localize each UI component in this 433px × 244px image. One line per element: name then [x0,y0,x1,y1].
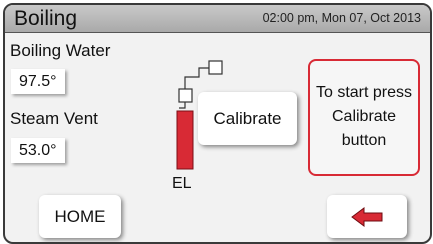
boiling-water-value: 97.5° [11,69,65,94]
header-bar: Boiling 02:00 pm, Mon 07, Oct 2013 [5,5,430,33]
left-arrow-icon [351,207,383,227]
back-button[interactable] [327,195,407,238]
page-title: Boiling [14,7,78,30]
instruction-line-1: To start press [315,84,413,101]
instruction-box: To start press Calibrate button [308,59,420,176]
calibrate-button[interactable]: Calibrate [198,92,297,145]
steam-vent-label: Steam Vent [10,109,98,128]
instruction-line-2: Calibrate [331,108,397,125]
home-button-label: HOME [54,207,106,226]
boiling-water-label: Boiling Water [10,41,111,60]
boiling-screen: Boiling 02:00 pm, Mon 07, Oct 2013 Boili… [3,3,432,244]
steam-vent-value: 53.0° [11,138,65,163]
datetime: 02:00 pm, Mon 07, Oct 2013 [262,11,421,25]
calibrate-button-label: Calibrate [213,109,282,128]
home-button[interactable]: HOME [39,195,121,238]
instruction-line-3: button [341,132,387,149]
heating-element [176,110,194,170]
element-label: EL [172,175,192,192]
